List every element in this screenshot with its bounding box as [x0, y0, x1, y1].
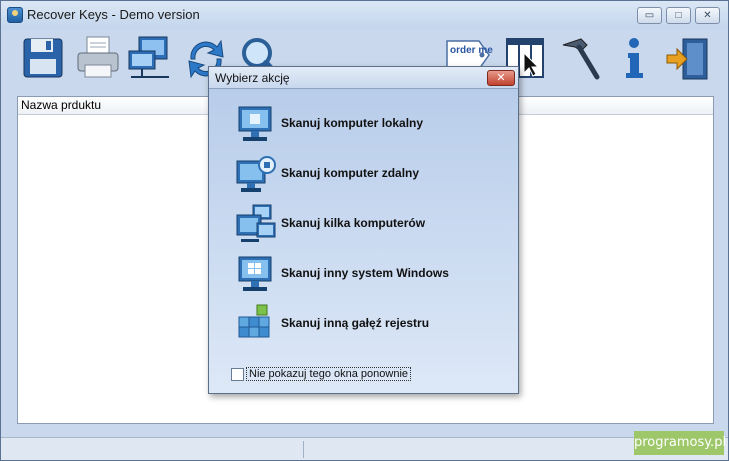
- registry-cubes-icon: [235, 303, 277, 345]
- action-scan-local[interactable]: Skanuj komputer lokalny: [235, 103, 505, 145]
- action-scan-other-windows[interactable]: Skanuj inny system Windows: [235, 253, 505, 295]
- remote-computer-icon: [235, 153, 277, 195]
- column-header-product-name[interactable]: Nazwa prduktu: [21, 97, 101, 114]
- multiple-computers-icon: [235, 203, 277, 245]
- action-label: Skanuj inną gałęź rejestru: [281, 316, 430, 330]
- printer-icon: [77, 36, 119, 78]
- choose-action-dialog: Wybierz akcję ✕ Skanuj komputer lokalny: [208, 66, 519, 394]
- app-key-icon: [7, 7, 23, 23]
- dialog-title-bar: Wybierz akcję ✕: [209, 67, 518, 89]
- title-bar: Recover Keys - Demo version ▭ □ ✕: [1, 1, 728, 29]
- action-scan-multiple[interactable]: Skanuj kilka komputerów: [235, 203, 505, 245]
- info-icon: [626, 38, 643, 78]
- save-button[interactable]: [19, 33, 69, 83]
- network-button[interactable]: [125, 33, 175, 83]
- local-computer-icon: [235, 103, 277, 145]
- dont-show-again-label[interactable]: Nie pokazuj tego okna ponownie: [246, 367, 412, 381]
- minimize-button[interactable]: ▭: [637, 7, 662, 24]
- dialog-close-button[interactable]: ✕: [487, 70, 515, 86]
- dont-show-again-checkbox[interactable]: [231, 368, 244, 381]
- floppy-disk-icon: [23, 38, 63, 78]
- network-computer-icon: [128, 36, 169, 78]
- action-label: Skanuj inny system Windows: [281, 266, 449, 280]
- watermark: programosy.pl: [634, 431, 726, 455]
- print-button[interactable]: [73, 33, 123, 83]
- window-title: Recover Keys - Demo version: [27, 7, 200, 22]
- hammer-icon: [562, 38, 600, 80]
- windows-system-icon: [235, 253, 277, 295]
- exit-door-icon: [666, 38, 708, 80]
- order-tag-text: order me: [450, 45, 493, 56]
- action-label: Skanuj kilka komputerów: [281, 216, 426, 230]
- tools-button[interactable]: [555, 33, 605, 83]
- maximize-button[interactable]: □: [666, 7, 691, 24]
- dialog-title: Wybierz akcję: [215, 71, 290, 85]
- action-scan-remote[interactable]: Skanuj komputer zdalny: [235, 153, 505, 195]
- status-divider: [303, 441, 304, 458]
- status-bar: [1, 437, 728, 460]
- info-button[interactable]: [609, 33, 659, 83]
- dialog-body: Skanuj komputer lokalny Skanuj komputer …: [209, 89, 518, 393]
- exit-button[interactable]: [663, 33, 713, 83]
- action-label: Skanuj komputer lokalny: [281, 116, 424, 130]
- action-label: Skanuj komputer zdalny: [281, 166, 420, 180]
- action-scan-registry-hive[interactable]: Skanuj inną gałęź rejestru: [235, 303, 505, 345]
- close-button[interactable]: ✕: [695, 7, 720, 24]
